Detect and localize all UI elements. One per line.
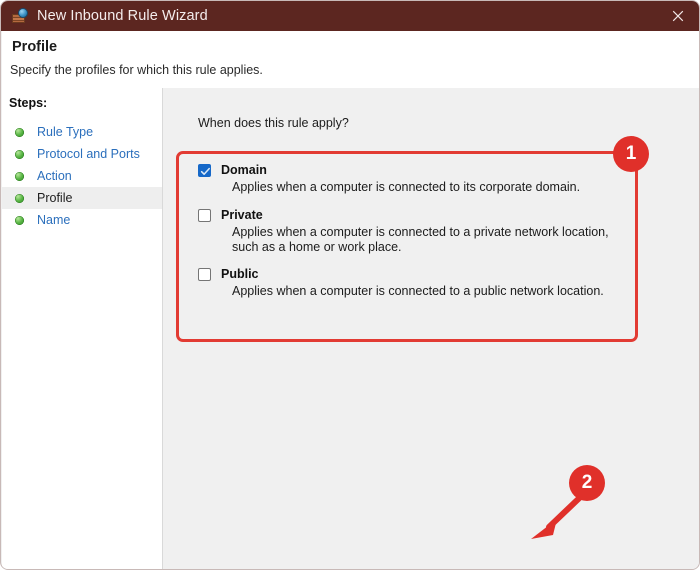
sidebar-item-label: Profile [37, 191, 72, 205]
profile-option-public[interactable]: Public Applies when a computer is connec… [198, 267, 658, 299]
sidebar-item-name[interactable]: Name [2, 209, 162, 231]
page-subtitle: Specify the profiles for which this rule… [10, 63, 263, 77]
sidebar-item-rule-type[interactable]: Rule Type [2, 121, 162, 143]
step-bullet-icon [15, 150, 24, 159]
step-bullet-icon [15, 216, 24, 225]
option-title: Domain [221, 163, 267, 177]
domain-checkbox[interactable] [198, 164, 211, 177]
sidebar-item-label: Rule Type [37, 125, 93, 139]
option-description: Applies when a computer is connected to … [232, 180, 632, 195]
firewall-globe-icon [12, 8, 28, 24]
page-title: Profile [12, 39, 57, 55]
profile-option-private[interactable]: Private Applies when a computer is conne… [198, 208, 658, 255]
profile-options-group: Domain Applies when a computer is connec… [198, 163, 658, 299]
option-title: Public [221, 267, 259, 281]
option-description: Applies when a computer is connected to … [232, 284, 632, 299]
step-bullet-icon [15, 128, 24, 137]
sidebar-item-protocol-and-ports[interactable]: Protocol and Ports [2, 143, 162, 165]
main-content-pane: When does this rule apply? Domain Applie… [164, 88, 700, 569]
question-label: When does this rule apply? [198, 116, 349, 130]
option-title: Private [221, 208, 263, 222]
sidebar-item-label: Name [37, 213, 70, 227]
sidebar-item-profile[interactable]: Profile [2, 187, 162, 209]
window-title: New Inbound Rule Wizard [37, 8, 208, 24]
private-checkbox[interactable] [198, 209, 211, 222]
step-bullet-icon [15, 194, 24, 203]
option-description: Applies when a computer is connected to … [232, 225, 632, 255]
profile-option-domain[interactable]: Domain Applies when a computer is connec… [198, 163, 658, 195]
steps-heading: Steps: [9, 96, 47, 110]
window-titlebar: New Inbound Rule Wizard [1, 1, 700, 31]
page-header: Profile Specify the profiles for which t… [2, 31, 700, 88]
close-icon[interactable] [655, 1, 700, 31]
sidebar-item-action[interactable]: Action [2, 165, 162, 187]
sidebar-item-label: Protocol and Ports [37, 147, 140, 161]
step-bullet-icon [15, 172, 24, 181]
steps-list: Rule Type Protocol and Ports Action Prof… [2, 121, 162, 231]
wizard-window: New Inbound Rule Wizard Profile Specify … [0, 0, 700, 570]
steps-sidebar: Steps: Rule Type Protocol and Ports Acti… [2, 88, 163, 569]
public-checkbox[interactable] [198, 268, 211, 281]
sidebar-item-label: Action [37, 169, 72, 183]
